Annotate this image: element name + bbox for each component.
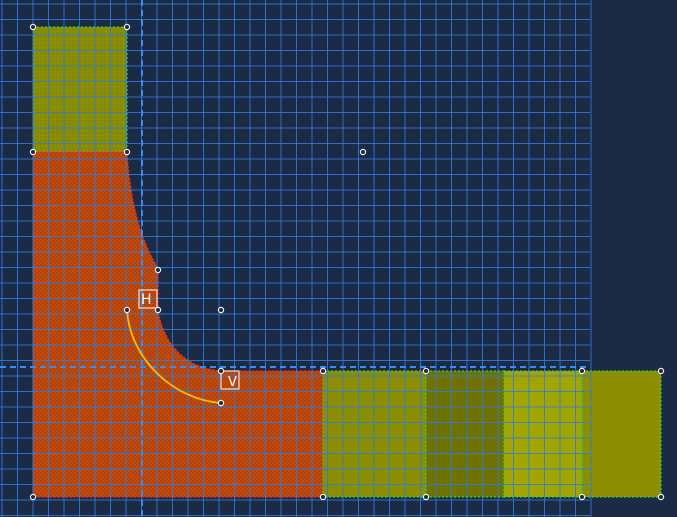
vertex-point[interactable] [217,367,225,375]
vertex-point[interactable] [217,306,225,314]
vertex-point[interactable] [29,148,37,156]
elbow-region[interactable] [32,151,324,498]
vertex-point[interactable] [154,306,162,314]
vertex-point[interactable] [154,266,162,274]
vertex-point[interactable] [319,367,327,375]
vertex-point[interactable] [319,493,327,501]
vertex-point[interactable] [359,148,367,156]
vertex-point[interactable] [29,23,37,31]
bottom-block-4[interactable] [581,370,662,498]
vertex-point[interactable] [217,399,225,407]
vertex-point[interactable] [578,493,586,501]
vertex-point[interactable] [29,493,37,501]
vertex-point[interactable] [422,367,430,375]
vertex-point[interactable] [123,148,131,156]
vertex-point[interactable] [123,306,131,314]
vertex-point[interactable] [422,493,430,501]
vertex-point[interactable] [123,23,131,31]
sketch-canvas[interactable]: H V [0,0,677,517]
vertex-point[interactable] [578,367,586,375]
svg-text:H: H [141,292,152,308]
bottom-block-3[interactable] [503,370,583,498]
bottom-block-2[interactable] [425,370,505,498]
vertex-point[interactable] [657,367,665,375]
svg-text:V: V [228,375,237,390]
vertex-point[interactable] [657,493,665,501]
